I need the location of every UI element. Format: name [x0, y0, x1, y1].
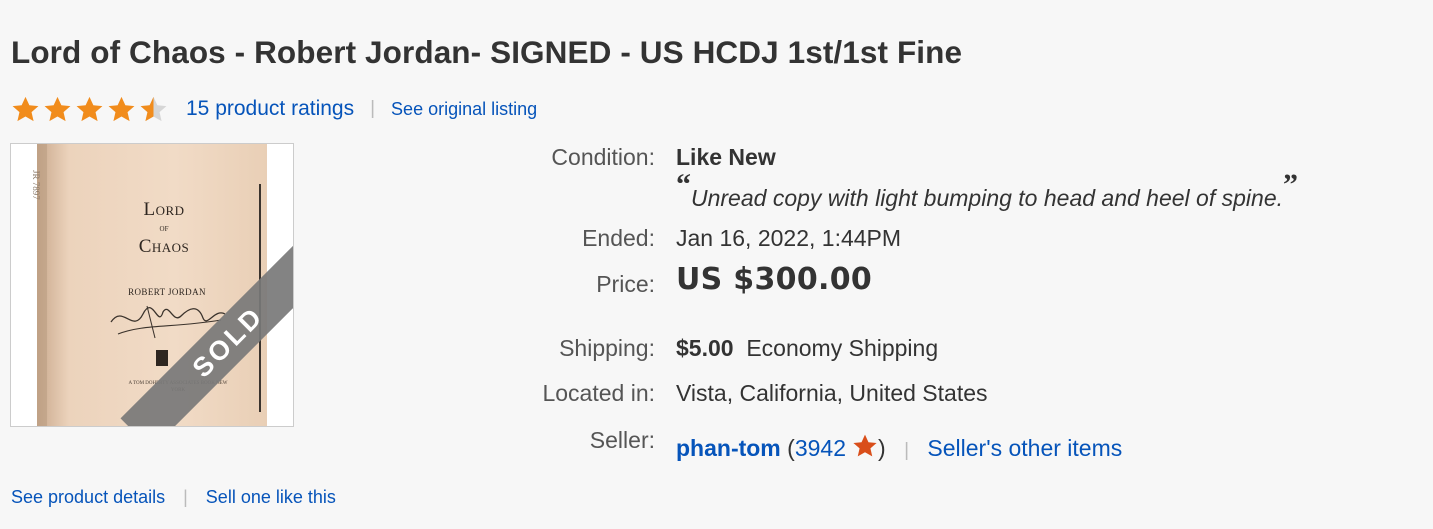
star-icon	[12, 96, 39, 121]
seller-label: Seller:	[589, 427, 655, 453]
ended-sep: ,	[809, 225, 816, 251]
product-ratings-link[interactable]: 15 product ratings	[186, 97, 354, 121]
seller-divider: |	[904, 440, 909, 461]
shipping-amount: $5.00	[676, 335, 734, 361]
location-value: Vista, California, United States	[676, 380, 988, 406]
shipping-label: Shipping:	[559, 335, 655, 361]
see-product-details-link[interactable]: See product details	[11, 487, 165, 508]
seller-value: phan-tom (3942) | Seller's other items	[676, 433, 1122, 462]
shipping-value: $5.00 Economy Shipping	[676, 335, 938, 362]
half-star-icon	[140, 96, 167, 121]
condition-description-text: Unread copy with light bumping to head a…	[691, 185, 1284, 211]
location-label: Located in:	[542, 380, 655, 406]
close-quote: ”	[1283, 168, 1299, 201]
product-image[interactable]: JR 7897 Lord of Chaos ROBERT JORDAN A TO…	[10, 143, 294, 427]
rating-row: 15 product ratings | See original listin…	[11, 92, 537, 126]
condition-value: Like New	[676, 144, 776, 171]
feedback-close: )	[878, 435, 886, 461]
publisher-logo	[156, 350, 168, 366]
star-icon	[44, 96, 71, 121]
star-icon	[76, 96, 103, 121]
feedback-score-link[interactable]: 3942	[795, 435, 846, 461]
see-original-listing-link[interactable]: See original listing	[391, 99, 537, 120]
price-amount: US $300.00	[676, 262, 873, 297]
feedback-open: (	[787, 435, 795, 461]
ended-time: 1:44PM	[821, 225, 902, 251]
listing-title: Lord of Chaos - Robert Jordan- SIGNED - …	[11, 34, 963, 70]
price-label: Price:	[596, 271, 655, 297]
condition-label: Condition:	[551, 144, 655, 170]
sell-one-like-this-link[interactable]: Sell one like this	[206, 487, 336, 508]
spine-text: JR 7897	[31, 170, 41, 200]
seller-name-link[interactable]: phan-tom	[676, 435, 781, 461]
star-rating[interactable]	[11, 95, 168, 124]
open-quote: “	[676, 168, 691, 201]
bottom-links: See product details | Sell one like this	[11, 487, 336, 508]
seller-other-items-link[interactable]: Seller's other items	[927, 435, 1122, 461]
ended-date: Jan 16, 2022	[676, 225, 810, 251]
book-title-of: of	[159, 222, 169, 234]
divider: |	[370, 98, 376, 119]
bottom-divider: |	[183, 487, 188, 507]
shipping-method: Economy Shipping	[746, 335, 939, 361]
ended-label: Ended:	[582, 225, 655, 251]
condition-description: “Unread copy with light bumping to head …	[676, 168, 1298, 211]
book-title-line-1: Lord	[143, 199, 185, 220]
price-value: US $300.00	[676, 262, 872, 297]
star-icon	[108, 96, 135, 121]
book-title: Lord of Chaos	[109, 199, 219, 258]
ended-value: Jan 16, 2022, 1:44PM	[676, 225, 901, 252]
condition-text: Like New	[676, 144, 776, 170]
book-title-line-2: Chaos	[138, 236, 190, 258]
feedback-star-icon	[853, 434, 877, 457]
